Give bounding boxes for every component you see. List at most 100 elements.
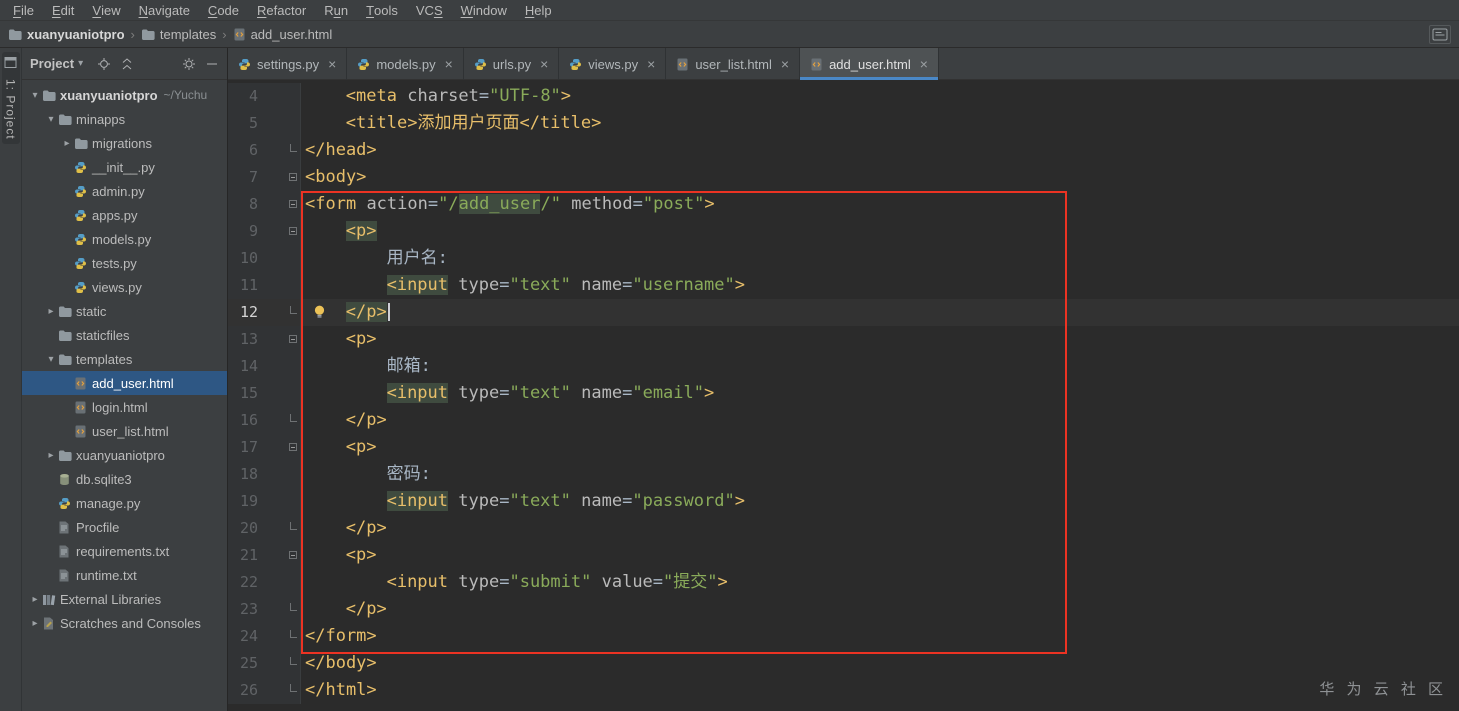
tree-item-admin-py[interactable]: admin.py — [22, 179, 227, 203]
code-line-9[interactable]: 9 <p> — [228, 218, 1459, 245]
project-stripe-button[interactable]: 1: Project — [1, 52, 20, 144]
code-line-8[interactable]: 8 <form action="/add_user/" method="post"… — [228, 191, 1459, 218]
code-line-22[interactable]: 22 <input type="submit" value="提交"> — [228, 569, 1459, 596]
tab-close-icon[interactable]: × — [540, 57, 548, 71]
fold-marker[interactable] — [290, 657, 297, 665]
tree-item-xuanyuaniotpro[interactable]: ▾ xuanyuaniotpro ~/Yuchu — [22, 83, 227, 107]
chevron-right-icon[interactable]: ▸ — [44, 450, 58, 461]
fold-marker[interactable] — [289, 443, 297, 451]
tab-close-icon[interactable]: × — [328, 57, 336, 71]
collapse-all-icon[interactable] — [120, 57, 134, 71]
code-line-5[interactable]: 5 <title>添加用户页面</title> — [228, 110, 1459, 137]
menu-item-refactor[interactable]: Refactor — [248, 0, 315, 20]
fold-marker[interactable] — [290, 306, 297, 314]
tree-item-add-user-html[interactable]: add_user.html — [22, 371, 227, 395]
tree-item-minapps[interactable]: ▾ minapps — [22, 107, 227, 131]
menu-item-window[interactable]: Window — [452, 0, 516, 20]
breadcrumb-item-xuanyuaniotpro[interactable]: xuanyuaniotpro — [8, 27, 125, 42]
menu-item-help[interactable]: Help — [516, 0, 561, 20]
menu-item-edit[interactable]: Edit — [43, 0, 83, 20]
menu-item-view[interactable]: View — [83, 0, 129, 20]
code-line-17[interactable]: 17 <p> — [228, 434, 1459, 461]
tab-add-user-html[interactable]: add_user.html × — [800, 48, 939, 80]
chevron-down-icon[interactable]: ▾ — [78, 58, 83, 69]
tree-item-tests-py[interactable]: tests.py — [22, 251, 227, 275]
tree-item-procfile[interactable]: Procfile — [22, 515, 227, 539]
code-line-23[interactable]: 23 </p> — [228, 596, 1459, 623]
menu-item-navigate[interactable]: Navigate — [130, 0, 199, 20]
chevron-right-icon[interactable]: ▸ — [28, 618, 42, 629]
tree-item-scratches-and-consoles[interactable]: ▸ Scratches and Consoles — [22, 611, 227, 635]
tree-item-external-libraries[interactable]: ▸ External Libraries — [22, 587, 227, 611]
code-line-25[interactable]: 25 </body> — [228, 650, 1459, 677]
tree-item-models-py[interactable]: models.py — [22, 227, 227, 251]
tree-item-migrations[interactable]: ▸ migrations — [22, 131, 227, 155]
chevron-down-icon[interactable]: ▾ — [44, 114, 58, 125]
tree-item-requirements-txt[interactable]: requirements.txt — [22, 539, 227, 563]
code-line-6[interactable]: 6 </head> — [228, 137, 1459, 164]
chevron-down-icon[interactable]: ▾ — [44, 354, 58, 365]
menu-item-vcs[interactable]: VCS — [407, 0, 452, 20]
code-line-11[interactable]: 11 <input type="text" name="username"> — [228, 272, 1459, 299]
tab-close-icon[interactable]: × — [445, 57, 453, 71]
menu-item-file[interactable]: File — [4, 0, 43, 20]
fold-marker[interactable] — [289, 335, 297, 343]
code-line-24[interactable]: 24 </form> — [228, 623, 1459, 650]
code-line-4[interactable]: 4 <meta charset="UTF-8"> — [228, 83, 1459, 110]
code-line-15[interactable]: 15 <input type="text" name="email"> — [228, 380, 1459, 407]
code-line-7[interactable]: 7 <body> — [228, 164, 1459, 191]
tree-item-templates[interactable]: ▾ templates — [22, 347, 227, 371]
code-line-19[interactable]: 19 <input type="text" name="password"> — [228, 488, 1459, 515]
intention-bulb-icon[interactable] — [312, 304, 327, 320]
code-line-13[interactable]: 13 <p> — [228, 326, 1459, 353]
tab-user-list-html[interactable]: user_list.html × — [666, 48, 801, 80]
chevron-right-icon[interactable]: ▸ — [44, 306, 58, 317]
tree-item-manage-py[interactable]: manage.py — [22, 491, 227, 515]
fold-marker[interactable] — [289, 173, 297, 181]
tree-item-db-sqlite3[interactable]: db.sqlite3 — [22, 467, 227, 491]
fold-marker[interactable] — [289, 227, 297, 235]
tree-item-views-py[interactable]: views.py — [22, 275, 227, 299]
code-line-14[interactable]: 14 邮箱: — [228, 353, 1459, 380]
breadcrumb-item-add-user-html[interactable]: add_user.html — [233, 27, 332, 42]
tab-views-py[interactable]: views.py × — [559, 48, 667, 80]
hide-panel-icon[interactable] — [205, 57, 219, 71]
tab-settings-py[interactable]: settings.py × — [228, 48, 348, 80]
settings-gear-icon[interactable] — [182, 57, 196, 71]
tree-item-user-list-html[interactable]: user_list.html — [22, 419, 227, 443]
code-line-12[interactable]: 12 </p> — [228, 299, 1459, 326]
tab-urls-py[interactable]: urls.py × — [464, 48, 560, 80]
locate-icon[interactable] — [97, 57, 111, 71]
menu-item-code[interactable]: Code — [199, 0, 248, 20]
fold-marker[interactable] — [290, 630, 297, 638]
fold-marker[interactable] — [289, 551, 297, 559]
event-log-icon[interactable] — [1429, 24, 1451, 44]
tab-models-py[interactable]: models.py × — [347, 48, 464, 80]
fold-marker[interactable] — [290, 414, 297, 422]
code-line-16[interactable]: 16 </p> — [228, 407, 1459, 434]
code-area[interactable]: 4 <meta charset="UTF-8"> 5 <title>添加用户页面</t… — [228, 83, 1459, 704]
chevron-down-icon[interactable]: ▾ — [28, 90, 42, 101]
code-line-10[interactable]: 10 用户名: — [228, 245, 1459, 272]
fold-marker[interactable] — [289, 200, 297, 208]
code-line-21[interactable]: 21 <p> — [228, 542, 1459, 569]
tree-item-xuanyuaniotpro[interactable]: ▸ xuanyuaniotpro — [22, 443, 227, 467]
chevron-right-icon[interactable]: ▸ — [28, 594, 42, 605]
fold-marker[interactable] — [290, 144, 297, 152]
code-line-26[interactable]: 26 </html> — [228, 677, 1459, 704]
menu-item-tools[interactable]: Tools — [357, 0, 407, 20]
code-line-18[interactable]: 18 密码: — [228, 461, 1459, 488]
tab-close-icon[interactable]: × — [920, 57, 928, 71]
fold-marker[interactable] — [290, 603, 297, 611]
tab-close-icon[interactable]: × — [781, 57, 789, 71]
fold-marker[interactable] — [290, 684, 297, 692]
menu-item-run[interactable]: Run — [315, 0, 357, 20]
tree-item-apps-py[interactable]: apps.py — [22, 203, 227, 227]
tree-item-runtime-txt[interactable]: runtime.txt — [22, 563, 227, 587]
tree-item-static[interactable]: ▸ static — [22, 299, 227, 323]
code-line-20[interactable]: 20 </p> — [228, 515, 1459, 542]
project-panel-title[interactable]: Project — [30, 56, 74, 71]
tree-item-login-html[interactable]: login.html — [22, 395, 227, 419]
tab-close-icon[interactable]: × — [647, 57, 655, 71]
tree-item-staticfiles[interactable]: staticfiles — [22, 323, 227, 347]
